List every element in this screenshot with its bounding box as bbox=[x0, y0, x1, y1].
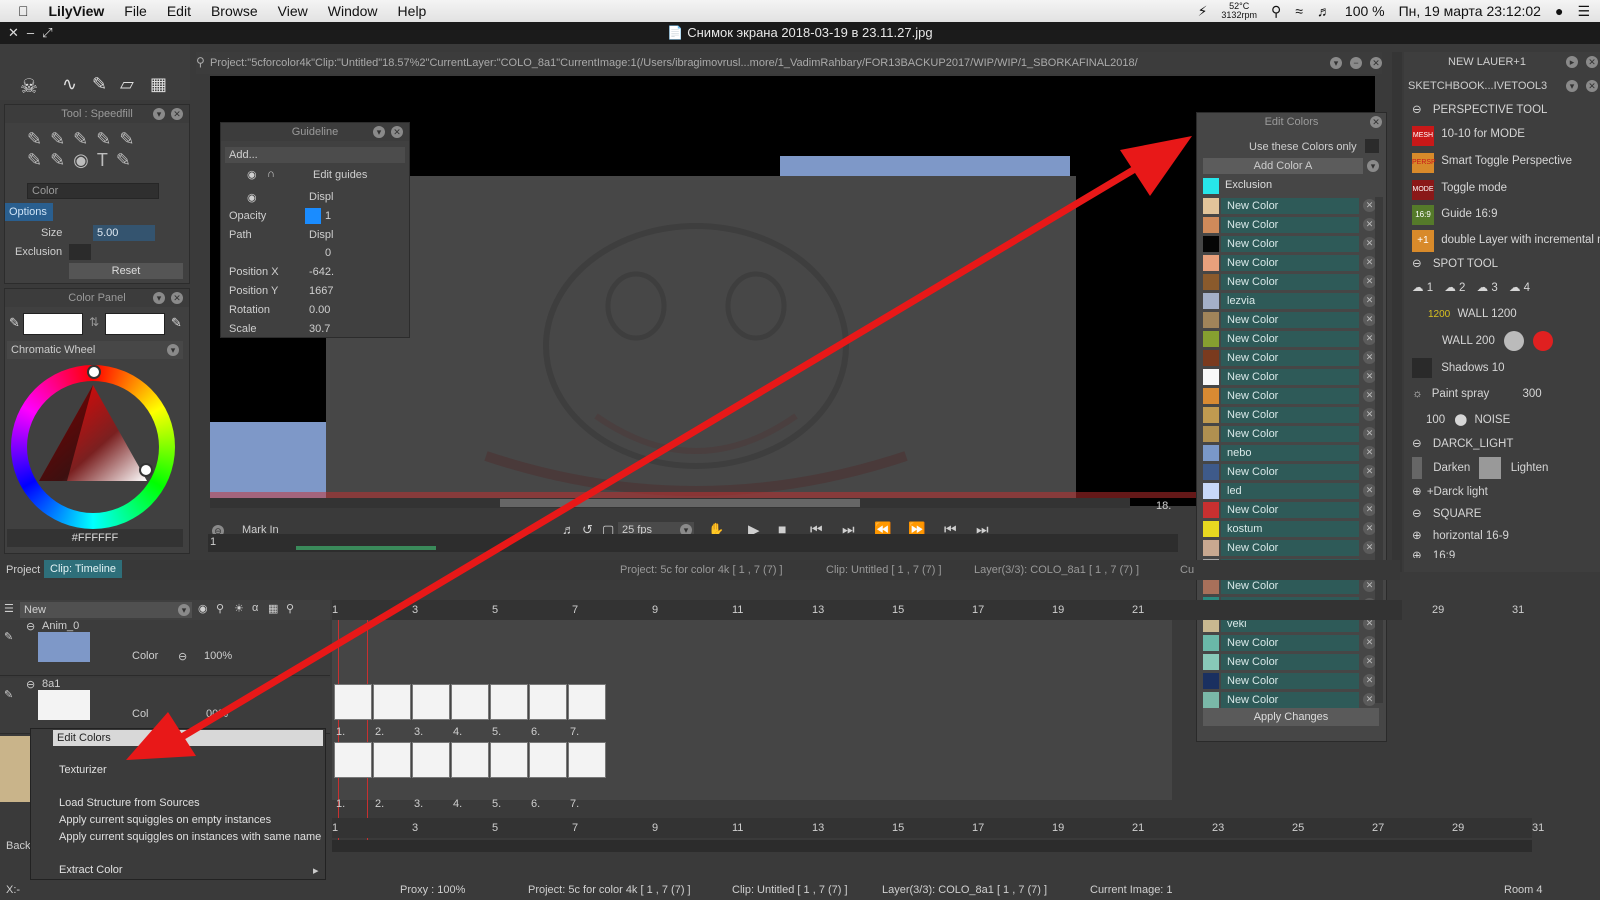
annotation-arrow bbox=[126, 136, 1192, 760]
